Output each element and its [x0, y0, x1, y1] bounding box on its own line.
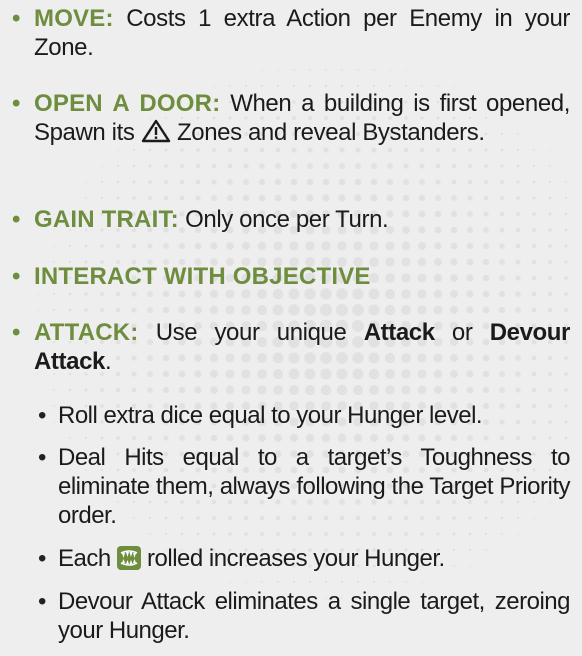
sub-rule-deal-hits: • Deal Hits equal to a target’s Toughnes… [0, 443, 582, 530]
rule-keyword-open-door: OPEN A DOOR: [34, 90, 221, 117]
rule-text-open-door-2: Zones and reveal Bystanders. [170, 119, 485, 146]
rule-text-attack-1: Use your unique [138, 319, 364, 346]
sub-rule-each: • Each rolled increases your Hunger. [0, 544, 582, 573]
sub-rule-text-roll: Roll extra dice equal to your Hunger lev… [58, 402, 483, 429]
bullet: • [12, 263, 21, 290]
sub-rule-text-devour: Devour Attack eliminates a single target… [58, 588, 571, 644]
sub-bullet: • [38, 402, 46, 429]
sub-rule-text-each-1: Each [58, 545, 117, 572]
bullet: • [12, 319, 21, 346]
bullet: • [12, 90, 21, 117]
rule-gain-trait: • GAIN TRAIT: Only once per Turn. [0, 205, 582, 234]
bullet: • [12, 5, 21, 32]
rule-text-attack-2: or [434, 319, 490, 346]
rule-text-attack-3: . [104, 348, 112, 375]
sub-rule-text-deal-hits: Deal Hits equal to a target’s Toughness … [58, 444, 571, 529]
sub-rule-devour: • Devour Attack eliminates a single targ… [0, 587, 582, 645]
rule-keyword-move: MOVE: [34, 5, 114, 32]
sub-bullet: • [38, 444, 46, 471]
sub-bullet: • [38, 545, 46, 572]
rule-move: • MOVE: Costs 1 extra Action per Enemy i… [0, 4, 582, 62]
rule-keyword-attack: ATTACK: [34, 319, 139, 346]
rule-keyword-gain-trait: GAIN TRAIT: [34, 206, 179, 233]
rule-text-gain-trait: Only once per Turn. [178, 206, 389, 233]
rule-open-door: • OPEN A DOOR: When a building is first … [0, 89, 582, 147]
rule-interact: • INTERACT WITH OBJECTIVE [0, 262, 582, 291]
warning-triangle-icon [141, 119, 171, 143]
hunger-fangs-icon [116, 546, 141, 570]
sub-rule-text-each-2: rolled increases your Hunger. [140, 545, 445, 572]
bullet: • [12, 206, 21, 233]
rule-attack-bold-attack: Attack [363, 319, 435, 346]
sub-rule-roll: • Roll extra dice equal to your Hunger l… [0, 401, 582, 430]
rule-attack: • ATTACK: Use your unique Attack or Devo… [0, 318, 582, 376]
sub-bullet: • [38, 588, 46, 615]
rule-keyword-interact: INTERACT WITH OBJECTIVE [34, 263, 371, 290]
rule-text-move: Costs 1 extra Action per Enemy in your Z… [34, 5, 570, 61]
